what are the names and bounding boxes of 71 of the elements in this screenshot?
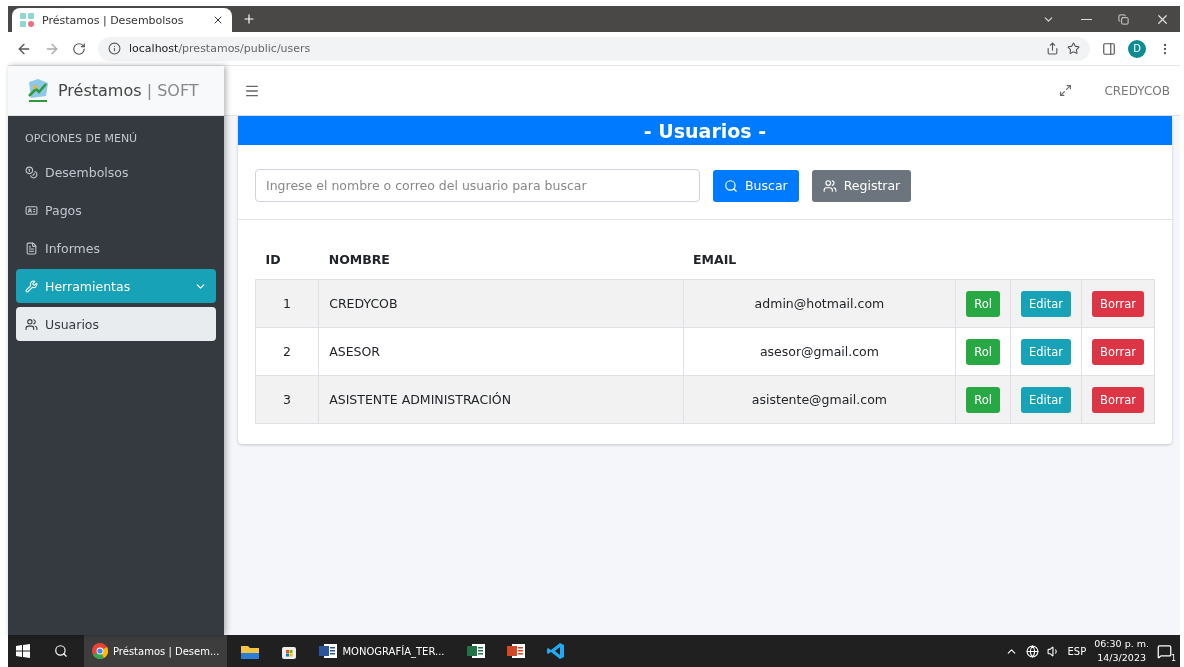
volume-icon <box>1046 644 1060 658</box>
browser-icon <box>92 643 108 659</box>
profile-avatar[interactable]: D <box>1128 39 1146 58</box>
column-header: EMAIL <box>683 240 956 280</box>
sidebar-item[interactable]: Pagos <box>16 193 216 227</box>
search-button[interactable]: Buscar <box>713 169 799 202</box>
taskbar-app[interactable]: MONOGRAFÍA_TER... <box>311 635 453 667</box>
new-tab-icon <box>242 12 256 26</box>
info-icon <box>108 42 121 55</box>
register-button[interactable]: Registrar <box>811 169 912 202</box>
users-icon <box>25 317 38 331</box>
network-icon <box>1025 644 1039 658</box>
page-title: - Usuarios - <box>238 116 1172 145</box>
language-label[interactable]: ESP <box>1067 645 1087 657</box>
windows-logo-icon[interactable] <box>16 644 30 658</box>
reload-icon <box>72 41 86 56</box>
sidebar-item[interactable]: Herramientas <box>16 269 216 303</box>
edit-button[interactable]: Editar <box>1021 290 1072 317</box>
document-app-icon <box>466 643 485 659</box>
clock[interactable]: 06:30 p. m. 14/3/2023 <box>1094 637 1149 665</box>
edit-button[interactable]: Editar <box>1021 338 1072 365</box>
role-button[interactable]: Rol <box>966 386 1000 413</box>
wrench-icon <box>25 279 38 293</box>
edit-button[interactable]: Editar <box>1021 386 1072 413</box>
delete-button[interactable]: Borrar <box>1092 290 1144 317</box>
share-icon <box>1046 42 1059 55</box>
table-cell: admin@hotmail.com <box>683 279 956 328</box>
table-cell: 2 <box>255 327 319 376</box>
role-button[interactable]: Rol <box>966 338 1000 365</box>
delete-button[interactable]: Borrar <box>1092 386 1144 413</box>
table-cell: asesor@gmail.com <box>683 327 956 376</box>
folder-icon <box>241 643 260 659</box>
address-bar[interactable]: localhost/prestamos/public/users <box>98 36 1090 61</box>
table-cell: 1 <box>255 279 319 328</box>
search-icon[interactable] <box>54 644 68 658</box>
column-header: ID <box>255 240 319 280</box>
role-button[interactable]: Rol <box>966 290 1000 317</box>
sidebar-item[interactable]: Desembolsos <box>16 155 216 189</box>
coins-icon <box>25 165 38 179</box>
side-panel-icon <box>1102 41 1116 56</box>
sidebar-item[interactable]: Usuarios <box>16 307 216 341</box>
column-header: NOMBRE <box>318 240 684 280</box>
users-icon <box>822 178 837 193</box>
close-icon <box>212 14 224 26</box>
user-name[interactable]: CREDYCOB <box>1088 83 1170 98</box>
restore-icon <box>1118 13 1129 25</box>
brand-title: Préstamos | SOFT <box>58 81 199 100</box>
taskbar-app[interactable]: Préstamos | Desem... <box>84 635 228 667</box>
favicon-icon <box>20 13 34 27</box>
id-card-icon <box>25 203 38 217</box>
logo-icon <box>26 77 50 104</box>
document-app-icon <box>319 643 338 659</box>
notification-count: 1 <box>1170 653 1176 663</box>
menu-heading: OPCIONES DE MENÚ <box>24 131 139 147</box>
table-cell: 3 <box>255 375 319 424</box>
star-icon <box>1067 42 1080 55</box>
table-cell: CREDYCOB <box>318 279 684 328</box>
document-app-icon <box>506 643 525 659</box>
delete-button[interactable]: Borrar <box>1092 338 1144 365</box>
fullscreen-icon <box>1059 84 1073 97</box>
table-cell: ASISTENTE ADMINISTRACIÓN <box>318 375 684 424</box>
browser-tab[interactable]: Préstamos | Desembolsos <box>12 8 232 32</box>
minimize-icon[interactable] <box>1081 18 1092 20</box>
table-cell: ASESOR <box>318 327 684 376</box>
search-field[interactable]: Ingrese el nombre o correo del usuario para buscar <box>255 169 700 202</box>
sidebar-item[interactable]: Informes <box>16 231 216 265</box>
search-icon <box>724 178 738 193</box>
file-icon <box>25 241 38 255</box>
notifications-icon <box>1157 643 1172 659</box>
table-cell: asistente@gmail.com <box>683 375 956 424</box>
code-editor-icon <box>546 642 565 660</box>
